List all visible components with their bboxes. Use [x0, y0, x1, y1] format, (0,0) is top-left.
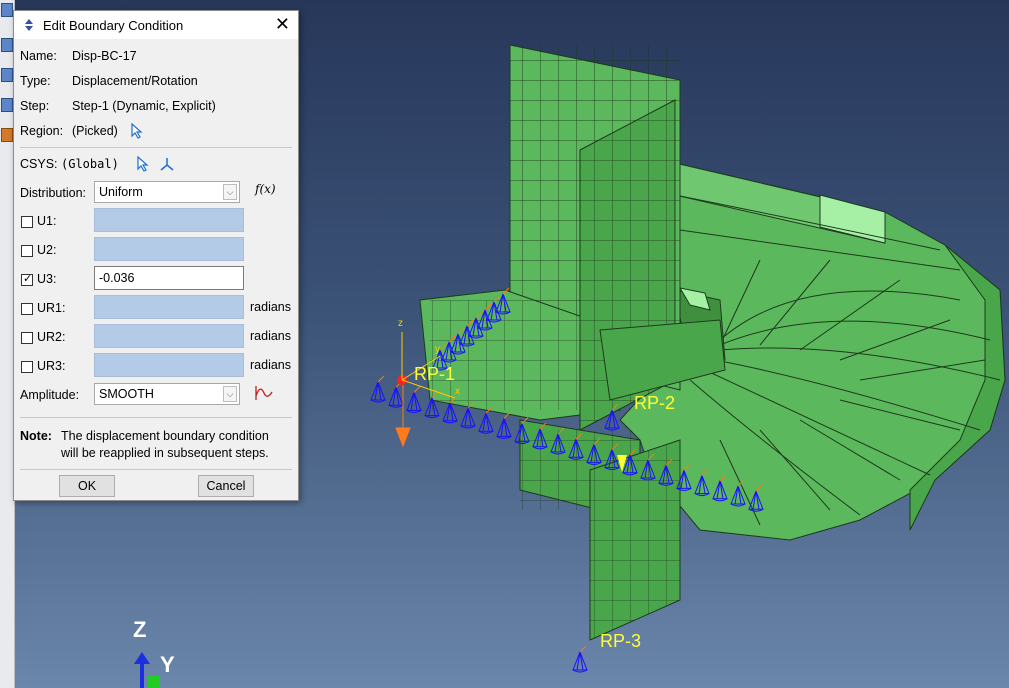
bc-cone-icon [496, 417, 512, 439]
ur2-checkbox[interactable] [21, 332, 33, 344]
u1-field[interactable] [94, 208, 244, 232]
type-label: Type: [20, 74, 51, 88]
csys-value: (Global) [61, 157, 119, 171]
u1-label: U1: [37, 214, 57, 228]
create-csys-icon[interactable] [159, 156, 175, 172]
name-value: Disp-BC-17 [72, 49, 137, 63]
select-csys-icon[interactable] [136, 156, 150, 172]
type-value: Displacement/Rotation [72, 74, 198, 88]
edit-boundary-condition-dialog: Edit Boundary Condition ✕ Name: Disp-BC-… [13, 10, 299, 501]
step-label: Step: [20, 99, 50, 113]
amplitude-select[interactable]: SMOOTH ⌵ [94, 383, 240, 405]
dialog-title: Edit Boundary Condition [43, 18, 184, 33]
u2-label: U2: [37, 243, 57, 257]
distribution-value: Uniform [99, 185, 143, 199]
bc-cone-icon [388, 385, 404, 408]
checkmark-icon: ✓ [23, 273, 33, 285]
u3-label: U3: [37, 272, 57, 286]
note-line-2: will be reapplied in subsequent steps. [61, 446, 269, 460]
select-region-icon[interactable] [130, 123, 144, 139]
toolbar-icon-2[interactable] [1, 38, 13, 52]
note-label: Note: [20, 429, 52, 443]
bc-accent-mark [377, 375, 385, 383]
separator [20, 417, 292, 418]
amplitude-label: Amplitude: [20, 388, 80, 402]
ur2-unit: radians [250, 329, 291, 343]
triad-z-label: Z [133, 617, 147, 642]
u1-checkbox[interactable] [21, 216, 33, 228]
rp-1-label: RP-1 [414, 364, 456, 384]
cancel-button[interactable]: Cancel [198, 475, 254, 497]
bc-cone-icon [370, 380, 386, 403]
rp-3-label: RP-3 [600, 631, 642, 651]
ur3-field[interactable] [94, 353, 244, 377]
bc-cone-icon [572, 650, 588, 673]
ur3-label: UR3: [37, 359, 66, 373]
ur2-label: UR2: [37, 330, 66, 344]
bc-accent-mark [579, 645, 587, 653]
local-x-label: x [455, 386, 460, 397]
ur3-unit: radians [250, 358, 291, 372]
toolbar-icon-4[interactable] [1, 98, 13, 112]
distribution-select[interactable]: Uniform ⌵ [94, 181, 240, 203]
bc-cone-icon [460, 406, 476, 429]
toolbar-icon-3[interactable] [1, 68, 13, 82]
distribution-label: Distribution: [20, 186, 86, 200]
u3-checkbox[interactable]: ✓ [21, 273, 33, 286]
boundary-condition-icon [25, 19, 33, 31]
rp-2-label: RP-2 [634, 393, 676, 413]
triad-y-label: Y [160, 652, 175, 677]
u2-field[interactable] [94, 237, 244, 261]
create-expression-field-button[interactable]: f(x) [255, 182, 276, 196]
bc-accent-mark [413, 386, 421, 393]
ur1-field[interactable] [94, 295, 244, 319]
chevron-down-icon: ⌵ [223, 184, 237, 200]
u2-checkbox[interactable] [21, 245, 33, 257]
ur1-checkbox[interactable] [21, 303, 33, 315]
region-value: (Picked) [72, 124, 118, 138]
close-icon[interactable]: ✕ [275, 14, 290, 34]
separator [20, 147, 292, 148]
csys-label: CSYS: [20, 157, 58, 171]
u3-value: -0.036 [99, 271, 135, 285]
create-amplitude-icon[interactable] [254, 384, 274, 402]
name-label: Name: [20, 49, 57, 63]
toolbar-icon-5[interactable] [1, 128, 13, 142]
toolbar-icon-1[interactable] [1, 3, 13, 17]
ur1-unit: radians [250, 300, 291, 314]
dialog-body: Name: Disp-BC-17 Type: Displacement/Rota… [14, 39, 298, 500]
ur3-checkbox[interactable] [21, 361, 33, 373]
dialog-titlebar[interactable]: Edit Boundary Condition ✕ [14, 11, 298, 39]
u3-field[interactable]: -0.036 [94, 266, 244, 290]
amplitude-value: SMOOTH [99, 387, 154, 401]
ok-button[interactable]: OK [59, 475, 115, 497]
bc-cone-icon [406, 391, 422, 413]
note-line-1: The displacement boundary condition [61, 429, 269, 443]
separator [20, 469, 292, 470]
ur2-field[interactable] [94, 324, 244, 348]
bc-cone-icon [478, 411, 494, 434]
ur1-label: UR1: [37, 301, 66, 315]
region-label: Region: [20, 124, 64, 138]
local-y-label: y [435, 344, 440, 355]
local-z-label: z [398, 318, 403, 329]
step-value: Step-1 (Dynamic, Explicit) [72, 99, 216, 113]
chevron-down-icon: ⌵ [223, 386, 237, 402]
